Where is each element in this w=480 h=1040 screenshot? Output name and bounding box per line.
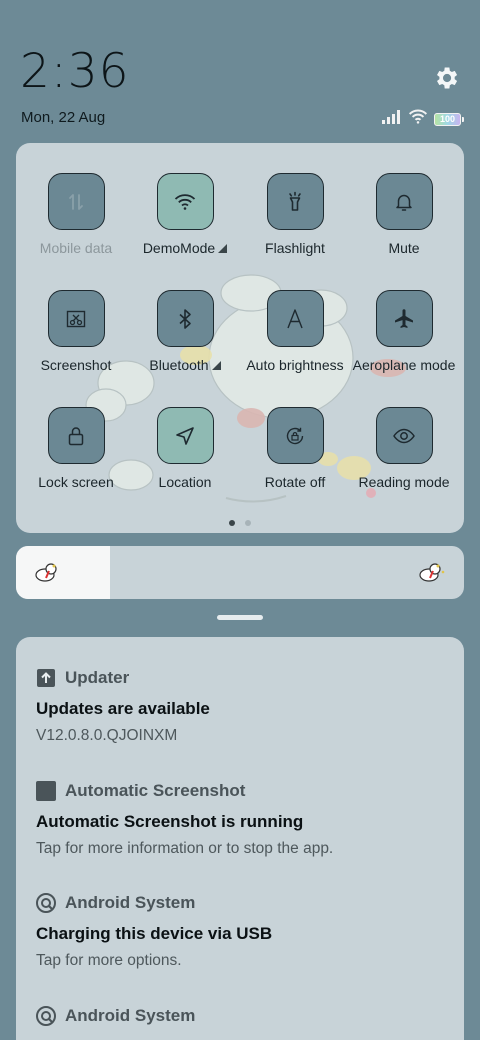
notification-app-name: Android System — [65, 893, 196, 912]
wifi-icon[interactable] — [156, 173, 214, 230]
menu-triangle-icon — [218, 244, 228, 253]
tile-label: Reading mode — [358, 474, 450, 490]
quick-settings-panel: Mobile data DemoMode Flashlight Mute Scr… — [16, 143, 464, 533]
notification-text: Tap for more options. — [36, 952, 182, 969]
notification-title: Charging this device via USB — [36, 924, 273, 943]
status-area: 2:36 Mon, 22 Aug 100 — [0, 0, 480, 140]
tile-bluetooth[interactable]: Bluetooth — [130, 290, 240, 373]
tile-screenshot[interactable]: Screenshot — [21, 290, 131, 373]
brightness-fill[interactable] — [16, 546, 111, 599]
tile-label: Lock screen — [38, 474, 114, 490]
notification-updater[interactable]: Updater Updates are available V12.0.8.0.… — [36, 668, 446, 745]
tile-label: Location — [158, 474, 212, 490]
tile-lock-screen[interactable]: Lock screen — [21, 407, 131, 490]
android-system-icon — [36, 893, 56, 913]
mobile-data-icon[interactable] — [47, 173, 105, 230]
notification-panel: Updater Updates are available V12.0.8.0.… — [16, 637, 464, 1040]
notification-app-name: Android System — [65, 1006, 196, 1025]
tile-flashlight[interactable]: Flashlight — [240, 173, 350, 256]
tile-label: DemoMode — [130, 240, 240, 256]
notification-header: Automatic Screenshot — [36, 781, 446, 801]
tile-label: Auto brightness — [246, 357, 344, 373]
tile-demomode[interactable]: DemoMode — [130, 173, 240, 256]
brightness-high-icon — [418, 562, 446, 587]
tile-label: Screenshot — [40, 357, 112, 373]
notification-android-system[interactable]: Android System Charging this device via … — [36, 893, 446, 970]
page-indicator — [16, 520, 464, 526]
notification-text: V12.0.8.0.QJOINXM — [36, 727, 178, 744]
page-dot[interactable] — [245, 520, 251, 526]
battery-icon: 100 — [434, 112, 464, 126]
notification-app-name: Automatic Screenshot — [65, 781, 246, 800]
lock-icon[interactable] — [47, 407, 105, 464]
bluetooth-icon[interactable] — [156, 290, 214, 347]
tile-label: Rotate off — [264, 474, 326, 490]
notification-title: Automatic Screenshot is running — [36, 812, 304, 831]
tile-label: Mute — [388, 240, 420, 256]
notification-header: Updater — [36, 668, 446, 688]
notification-header: Android System — [36, 893, 446, 913]
tile-mute[interactable]: Mute — [349, 173, 459, 256]
date[interactable]: Mon, 22 Aug — [21, 109, 105, 126]
signal-icon — [382, 109, 402, 129]
brightness-slider[interactable] — [16, 546, 464, 599]
android-system-icon — [36, 1006, 56, 1026]
system-icons: 100 — [382, 109, 464, 129]
tile-location[interactable]: Location — [130, 407, 240, 490]
page-dot-active[interactable] — [229, 520, 235, 526]
flashlight-icon[interactable] — [266, 173, 324, 230]
bell-icon[interactable] — [375, 173, 433, 230]
battery-level: 100 — [434, 112, 461, 126]
notification-automatic-screenshot[interactable]: Automatic Screenshot Automatic Screensho… — [36, 781, 446, 858]
notification-android-system-2[interactable]: Android System — [36, 1006, 446, 1026]
notification-text: Tap for more information or to stop the … — [36, 840, 334, 857]
tile-label: Mobile data — [39, 240, 113, 256]
airplane-icon[interactable] — [375, 290, 433, 347]
eye-icon[interactable] — [375, 407, 433, 464]
notification-title: Updates are available — [36, 699, 210, 718]
brightness-low-icon — [34, 562, 62, 587]
clock[interactable]: 2:36 — [20, 48, 130, 95]
notification-app-name: Updater — [65, 668, 130, 687]
settings-gear-icon[interactable] — [432, 64, 460, 92]
location-icon[interactable] — [156, 407, 214, 464]
tile-mobile-data[interactable]: Mobile data — [21, 173, 131, 256]
tile-label: Aeroplane mode — [352, 357, 456, 373]
tile-aeroplane-mode[interactable]: Aeroplane mode — [349, 290, 459, 373]
tile-rotate-off[interactable]: Rotate off — [240, 407, 350, 490]
app-square-icon — [36, 781, 56, 801]
tile-auto-brightness[interactable]: Auto brightness — [240, 290, 350, 373]
rotate-lock-icon[interactable] — [266, 407, 324, 464]
auto-brightness-icon[interactable] — [266, 290, 324, 347]
wifi-status-icon — [408, 109, 428, 129]
tile-reading-mode[interactable]: Reading mode — [349, 407, 459, 490]
screenshot-icon[interactable] — [47, 290, 105, 347]
notification-header: Android System — [36, 1006, 446, 1026]
drag-handle[interactable] — [217, 615, 263, 620]
tile-label: Flashlight — [265, 240, 325, 256]
tile-label: Bluetooth — [130, 357, 240, 373]
upload-icon — [36, 668, 56, 688]
menu-triangle-icon — [211, 361, 221, 370]
